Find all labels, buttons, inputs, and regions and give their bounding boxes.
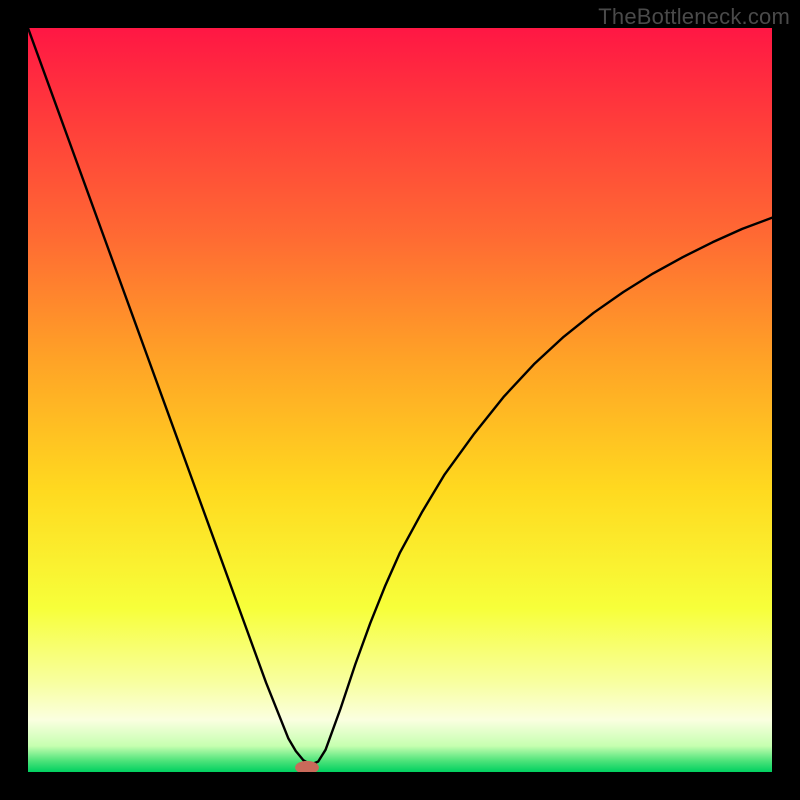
plot-background xyxy=(28,28,772,772)
bottleneck-chart xyxy=(28,28,772,772)
chart-frame: TheBottleneck.com xyxy=(0,0,800,800)
watermark-text: TheBottleneck.com xyxy=(598,4,790,30)
